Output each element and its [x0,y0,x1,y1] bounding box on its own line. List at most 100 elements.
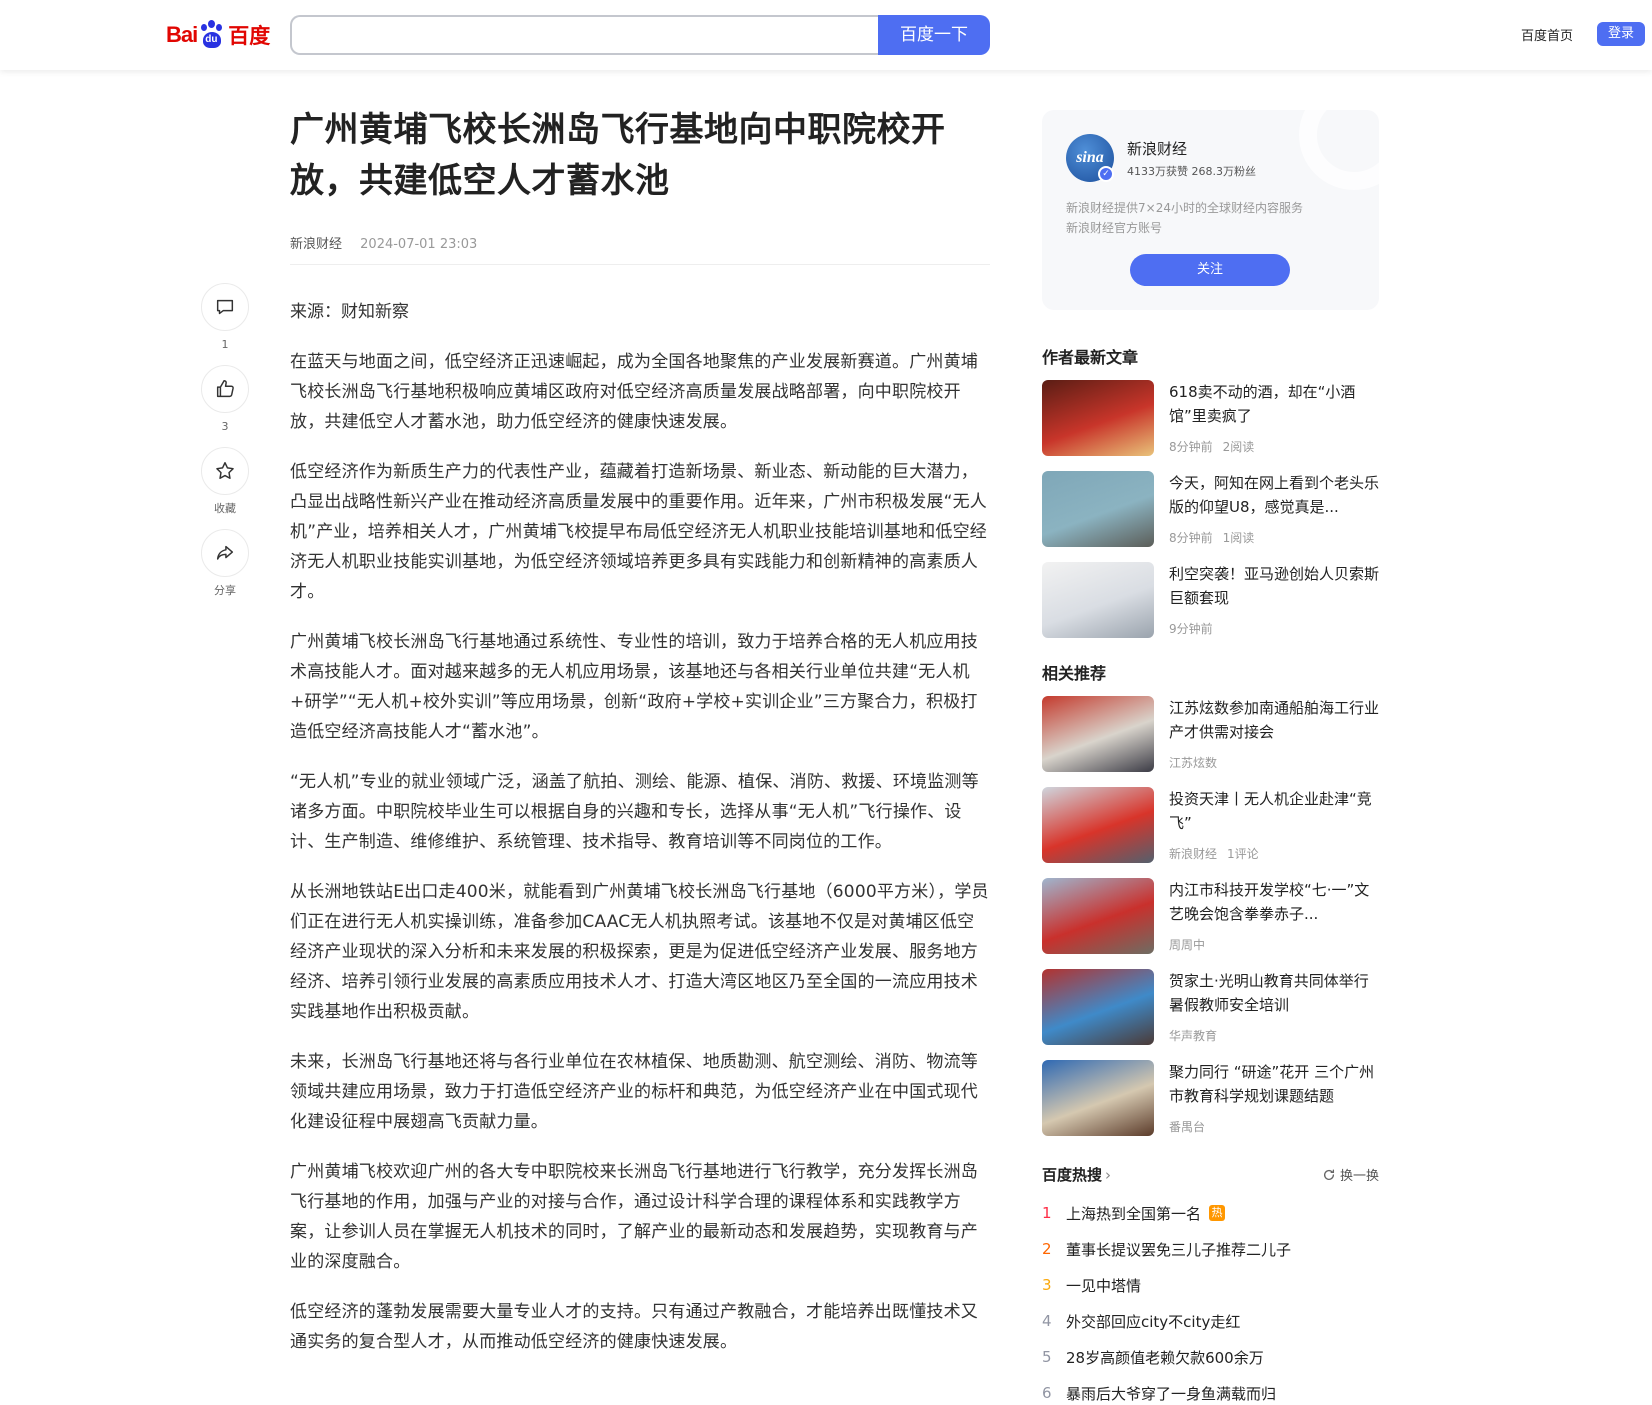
like-button[interactable] [201,365,249,413]
card-text: 江苏炫数参加南通船舶海工行业产才供需对接会江苏炫数 [1169,696,1379,772]
refresh-icon [1323,1169,1335,1180]
card-meta: 番禺台 [1169,1118,1205,1135]
refresh-button[interactable]: 换一换 [1322,1165,1379,1184]
share-button[interactable] [201,529,249,577]
card-meta-primary: 江苏炫数 [1169,756,1218,770]
article-author[interactable]: 新浪财经 [290,237,342,252]
article-paragraph: 低空经济作为新质生产力的代表性产业，蕴藏着打造新场景、新业态、新动能的巨大潜力，… [290,462,988,602]
comment-action[interactable]: 1 [200,283,250,351]
card-meta-primary: 8分钟前 [1169,440,1213,454]
favorite-button[interactable] [201,447,249,495]
article-paragraph: 未来，长洲岛飞行基地还将与各行业单位在农林植保、地质勘测、航空测绘、消防、物流等… [290,1052,978,1132]
article-paragraph: “无人机”专业的就业领域广泛，涵盖了航拍、测绘、能源、植保、消防、救援、环境监测… [290,772,979,852]
card-title[interactable]: 聚力同行 “研途”花开 三个广州市教育科学规划课题结题 [1169,1060,1379,1108]
hot-search-text[interactable]: 外交部回应city不city走红 [1066,1311,1240,1332]
favorite-action[interactable]: 收藏 [200,447,250,515]
article-paragraph: 广州黄埔飞校欢迎广州的各大专中职院校来长洲岛飞行基地进行飞行教学，充分发挥长洲岛… [290,1162,978,1272]
verified-icon: ✓ [1098,166,1114,182]
hot-search-title[interactable]: 百度热搜 › [1042,1164,1111,1185]
home-link[interactable]: 百度首页 [1521,25,1573,44]
article-paragraph: 广州黄埔飞校长洲岛飞行基地通过系统性、专业性的培训，致力于培养合格的无人机应用技… [290,632,978,742]
follow-button[interactable]: 关注 [1130,254,1290,286]
hot-search-text[interactable]: 28岁高颜值老赖欠款600余万 [1066,1347,1264,1368]
thumbnail-image[interactable] [1042,471,1154,547]
thumbnail-image[interactable] [1042,969,1154,1045]
baidu-logo[interactable]: Bai du 百度 [166,17,270,53]
comment-count: 1 [221,338,229,351]
comment-icon [216,299,234,315]
like-action[interactable]: 3 [200,365,250,433]
comment-button[interactable] [201,283,249,331]
list-item[interactable]: 618卖不动的酒，却在“小酒馆”里卖疯了 8分钟前 2阅读 [1042,380,1379,456]
card-title[interactable]: 贺家土·光明山教育共同体举行暑假教师安全培训 [1169,969,1379,1017]
card-meta-secondary: 1评论 [1227,847,1259,861]
card-meta: 周周中 [1169,936,1205,953]
login-button[interactable]: 登录 [1597,22,1645,46]
hot-search-text[interactable]: 一见中塔情 [1066,1275,1141,1296]
hot-search-item[interactable]: 2 董事长提议罢免三儿子推荐二儿子 [1042,1231,1379,1267]
hot-search-item[interactable]: 1 上海热到全国第一名热 [1042,1195,1379,1231]
thumbnail-image[interactable] [1042,380,1154,456]
card-text: 618卖不动的酒，却在“小酒馆”里卖疯了 8分钟前 2阅读 [1169,380,1379,456]
like-icon [216,380,234,398]
search-button[interactable]: 百度一下 [878,15,990,55]
list-item[interactable]: 江苏炫数参加南通船舶海工行业产才供需对接会江苏炫数 [1042,696,1379,772]
card-title[interactable]: 投资天津丨无人机企业赴津“竞飞” [1169,787,1379,835]
card-text: 内江市科技开发学校“七·一”文艺晚会饱含拳拳赤子... 周周中 [1169,878,1379,954]
like-count: 3 [221,420,229,433]
card-meta: 8分钟前 2阅读 [1169,438,1254,455]
refresh-label: 换一换 [1339,1169,1379,1184]
list-item[interactable]: 今天，阿知在网上看到个老头乐版的仰望U8，感觉真是... 8分钟前 1阅读 [1042,471,1379,547]
hot-search-item[interactable]: 6 暴雨后大爷穿了一身鱼满载而归 [1042,1375,1379,1405]
hot-search-item[interactable]: 5 28岁高颜值老赖欠款600余万 [1042,1339,1379,1375]
hot-search-list: 1 上海热到全国第一名热 2 董事长提议罢免三儿子推荐二儿子 3 一见中塔情 4 外交部回应c… [1042,1195,1379,1405]
related-list: 江苏炫数参加南通船舶海工行业产才供需对接会江苏炫数投资天津丨无人机企业赴津“竞飞… [1042,696,1379,1136]
list-item[interactable]: 内江市科技开发学校“七·一”文艺晚会饱含拳拳赤子... 周周中 [1042,878,1379,954]
chevron-right-icon: › [1105,1166,1112,1184]
card-text: 投资天津丨无人机企业赴津“竞飞” 新浪财经 1评论 [1169,787,1379,863]
hot-search-text[interactable]: 上海热到全国第一名 [1066,1203,1201,1224]
list-item[interactable]: 投资天津丨无人机企业赴津“竞飞” 新浪财经 1评论 [1042,787,1379,863]
hot-search-text[interactable]: 暴雨后大爷穿了一身鱼满载而归 [1066,1383,1276,1404]
hot-search-item[interactable]: 3 一见中塔情 [1042,1267,1379,1303]
card-meta: 9分钟前 [1169,620,1213,637]
card-title[interactable]: 利空突袭！亚马逊创始人贝索斯巨额套现 [1169,562,1379,610]
card-text: 贺家土·光明山教育共同体举行暑假教师安全培训华声教育 [1169,969,1379,1045]
article-source: 来源：财知新察 [290,302,409,322]
hot-search-text[interactable]: 董事长提议罢免三儿子推荐二儿子 [1066,1239,1291,1260]
hot-rank: 3 [1042,1276,1052,1294]
list-item[interactable]: 贺家土·光明山教育共同体举行暑假教师安全培训华声教育 [1042,969,1379,1045]
thumbnail-image[interactable] [1042,696,1154,772]
share-action[interactable]: 分享 [200,529,250,597]
article-time: 2024-07-01 23:03 [360,237,478,252]
card-meta: 8分钟前 1阅读 [1169,529,1254,546]
latest-articles-title: 作者最新文章 [1042,348,1139,367]
thumbnail-image[interactable] [1042,1060,1154,1136]
hot-search-title-text: 百度热搜 [1042,1166,1103,1184]
thumbnail-image[interactable] [1042,787,1154,863]
card-meta-primary: 9分钟前 [1169,622,1213,636]
card-title[interactable]: 今天，阿知在网上看到个老头乐版的仰望U8，感觉真是... [1169,471,1379,519]
card-text: 利空突袭！亚马逊创始人贝索斯巨额套现 9分钟前 [1169,562,1379,638]
list-item[interactable]: 利空突袭！亚马逊创始人贝索斯巨额套现 9分钟前 [1042,562,1379,638]
card-title[interactable]: 内江市科技开发学校“七·一”文艺晚会饱含拳拳赤子... [1169,878,1379,926]
card-title[interactable]: 江苏炫数参加南通船舶海工行业产才供需对接会 [1169,696,1379,744]
hot-search-header: 百度热搜 › 换一换 [1042,1164,1379,1185]
author-name[interactable]: 新浪财经 [1127,138,1187,159]
card-title[interactable]: 618卖不动的酒，却在“小酒馆”里卖疯了 [1169,380,1379,428]
star-icon [216,462,234,479]
thumbnail-image[interactable] [1042,562,1154,638]
favorite-label: 收藏 [214,502,236,515]
thumbnail-image[interactable] [1042,878,1154,954]
hot-rank: 5 [1042,1348,1052,1366]
article-paragraph: 在蓝天与地面之间，低空经济正迅速崛起，成为全国各地聚焦的产业发展新赛道。广州黄埔… [290,352,978,432]
search-input[interactable] [290,15,880,55]
hot-search-item[interactable]: 4 外交部回应city不city走红 [1042,1303,1379,1339]
article-action-bar: 1 3 收藏 分享 [200,283,250,611]
hot-rank: 2 [1042,1240,1052,1258]
article-paragraph: 低空经济的蓬勃发展需要大量专业人才的支持。只有通过产教融合，才能培养出既懂技术又… [290,1302,978,1352]
card-meta-primary: 华声教育 [1169,1029,1218,1043]
card-meta-secondary: 2阅读 [1222,440,1255,454]
list-item[interactable]: 聚力同行 “研途”花开 三个广州市教育科学规划课题结题番禺台 [1042,1060,1379,1136]
card-text: 聚力同行 “研途”花开 三个广州市教育科学规划课题结题番禺台 [1169,1060,1379,1136]
